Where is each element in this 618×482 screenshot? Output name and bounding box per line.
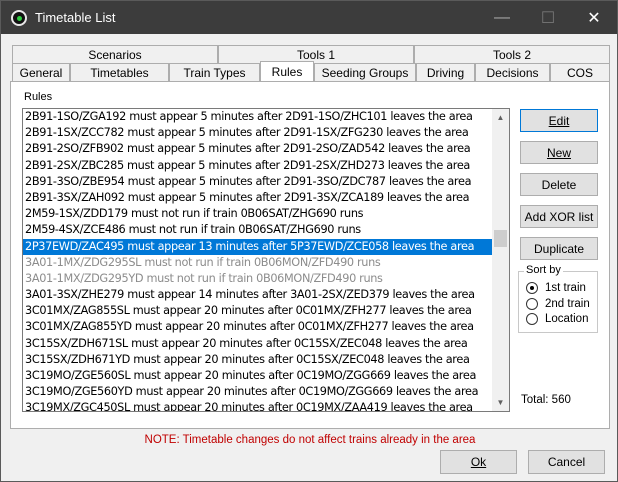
rule-row[interactable]: 2M59-1SX/ZDD179 must not run if train 0B… xyxy=(23,206,493,222)
tab-timetables[interactable]: Timetables xyxy=(70,63,169,82)
radio-empty-icon xyxy=(526,298,538,310)
sort-2nd-train-radio[interactable]: 2nd train xyxy=(526,298,590,310)
total-count: Total: 560 xyxy=(521,394,571,406)
rule-row[interactable]: 2P37EWD/ZAC495 must appear 13 minutes af… xyxy=(23,238,493,255)
rule-row[interactable]: 3C15SX/ZDH671YD must appear 20 minutes a… xyxy=(23,352,493,368)
rule-row[interactable]: 2B91-1SO/ZGA192 must appear 5 minutes af… xyxy=(23,109,493,125)
delete-button[interactable]: Delete xyxy=(520,173,598,196)
radio-selected-icon xyxy=(526,282,538,294)
tab-tools-1[interactable]: Tools 1 xyxy=(218,45,414,64)
rule-row[interactable]: 3A01-1MX/ZDG295YD must not run if train … xyxy=(23,271,493,287)
edit-button[interactable]: Edit xyxy=(520,109,598,132)
rule-row[interactable]: 3C19MX/ZGC450SL must appear 20 minutes a… xyxy=(23,400,493,411)
rule-row[interactable]: 3C01MX/ZAG855SL must appear 20 minutes a… xyxy=(23,303,493,319)
rule-row[interactable]: 2B91-2SX/ZBC285 must appear 5 minutes af… xyxy=(23,158,493,174)
window-title: Timetable List xyxy=(35,10,116,25)
minimize-button[interactable]: — xyxy=(479,1,525,34)
tab-rules[interactable]: Rules xyxy=(260,61,314,81)
tab-general[interactable]: General xyxy=(12,63,70,82)
rules-label: Rules xyxy=(24,91,53,103)
rule-row[interactable]: 3C19MO/ZGE560YD must appear 20 minutes a… xyxy=(23,384,493,400)
sort-by-title: Sort by xyxy=(524,264,563,276)
rule-row[interactable]: 3A01-1MX/ZDG295SL must not run if train … xyxy=(23,255,493,271)
duplicate-button[interactable]: Duplicate xyxy=(520,237,598,260)
timetable-note: NOTE: Timetable changes do not affect tr… xyxy=(144,434,476,446)
radio-empty-icon xyxy=(526,313,538,325)
rules-scrollbar[interactable]: ▲ ▼ xyxy=(492,109,509,411)
rule-row[interactable]: 2B91-3SX/ZAH092 must appear 5 minutes af… xyxy=(23,190,493,206)
maximize-button[interactable]: ☐ xyxy=(525,1,571,34)
rule-row[interactable]: 3C19MO/ZGE560SL must appear 20 minutes a… xyxy=(23,368,493,384)
sort-location-radio[interactable]: Location xyxy=(526,313,588,325)
rule-row[interactable]: 2B91-2SO/ZFB902 must appear 5 minutes af… xyxy=(23,141,493,157)
scroll-thumb[interactable] xyxy=(494,230,507,247)
rule-row[interactable]: 2B91-1SX/ZCC782 must appear 5 minutes af… xyxy=(23,125,493,141)
tab-scenarios[interactable]: Scenarios xyxy=(12,45,218,64)
rule-row[interactable]: 2M59-4SX/ZCE486 must not run if train 0B… xyxy=(23,222,493,238)
tab-driving[interactable]: Driving xyxy=(416,63,475,82)
tab-train-types[interactable]: Train Types xyxy=(169,63,260,82)
add-xor-list-button[interactable]: Add XOR list xyxy=(520,205,598,228)
rules-list[interactable]: 2B91-1SO/ZGA192 must appear 5 minutes af… xyxy=(22,108,510,412)
tab-seeding-groups[interactable]: Seeding Groups xyxy=(314,63,416,82)
tab-tools-2[interactable]: Tools 2 xyxy=(414,45,610,64)
scroll-down-icon[interactable]: ▼ xyxy=(492,394,509,411)
tab-cos[interactable]: COS xyxy=(550,63,610,82)
ok-button[interactable]: Ok xyxy=(440,450,517,474)
sort-1st-train-radio[interactable]: 1st train xyxy=(526,282,586,294)
rule-row[interactable]: 3A01-3SX/ZHE279 must appear 14 minutes a… xyxy=(23,287,493,303)
tab-decisions[interactable]: Decisions xyxy=(475,63,550,82)
rule-row[interactable]: 3C01MX/ZAG855YD must appear 20 minutes a… xyxy=(23,319,493,335)
scroll-up-icon[interactable]: ▲ xyxy=(492,109,509,126)
cancel-button[interactable]: Cancel xyxy=(528,450,605,474)
rule-row[interactable]: 2B91-3SO/ZBE954 must appear 5 minutes af… xyxy=(23,174,493,190)
new-button[interactable]: New xyxy=(520,141,598,164)
close-button[interactable]: ✕ xyxy=(571,1,617,34)
timetable-list-window: Timetable List — ☐ ✕ Scenarios Tools 1 T… xyxy=(0,0,618,482)
app-icon xyxy=(11,9,27,26)
rule-row[interactable]: 3C15SX/ZDH671SL must appear 20 minutes a… xyxy=(23,336,493,352)
title-bar[interactable]: Timetable List — ☐ ✕ xyxy=(1,1,617,34)
